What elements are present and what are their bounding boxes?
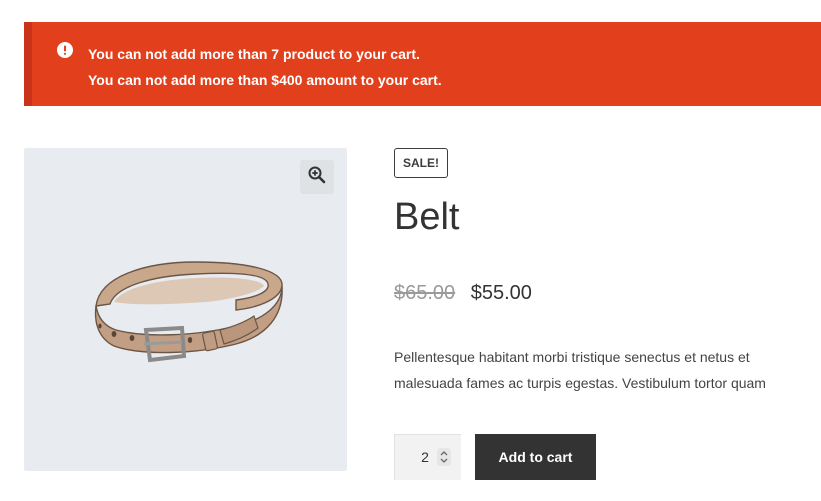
zoom-button[interactable] [300,160,334,194]
product-gallery [24,148,347,471]
exclamation-circle-icon [57,42,73,58]
quantity-value[interactable]: 2 [415,435,435,479]
spinner-arrows-icon[interactable] [437,448,451,466]
notice-messages: You can not add more than 7 product to y… [88,41,442,93]
product-title: Belt [394,196,460,238]
add-to-cart-button[interactable]: Add to cart [475,434,596,480]
sale-price: $55.00 [470,282,532,304]
sale-badge: SALE! [394,148,448,178]
price: $65.00 $55.00 [394,278,532,308]
magnifier-plus-icon [308,166,326,189]
error-notice: You can not add more than 7 product to y… [24,22,821,106]
notice-message: You can not add more than 7 product to y… [88,46,420,62]
belt-product-image[interactable] [86,256,292,370]
product-description: Pellentesque habitant morbi tristique se… [394,349,766,391]
notice-message: You can not add more than $400 amount to… [88,72,442,88]
quantity-stepper[interactable]: 2 [394,434,461,480]
regular-price: $65.00 [394,282,456,304]
